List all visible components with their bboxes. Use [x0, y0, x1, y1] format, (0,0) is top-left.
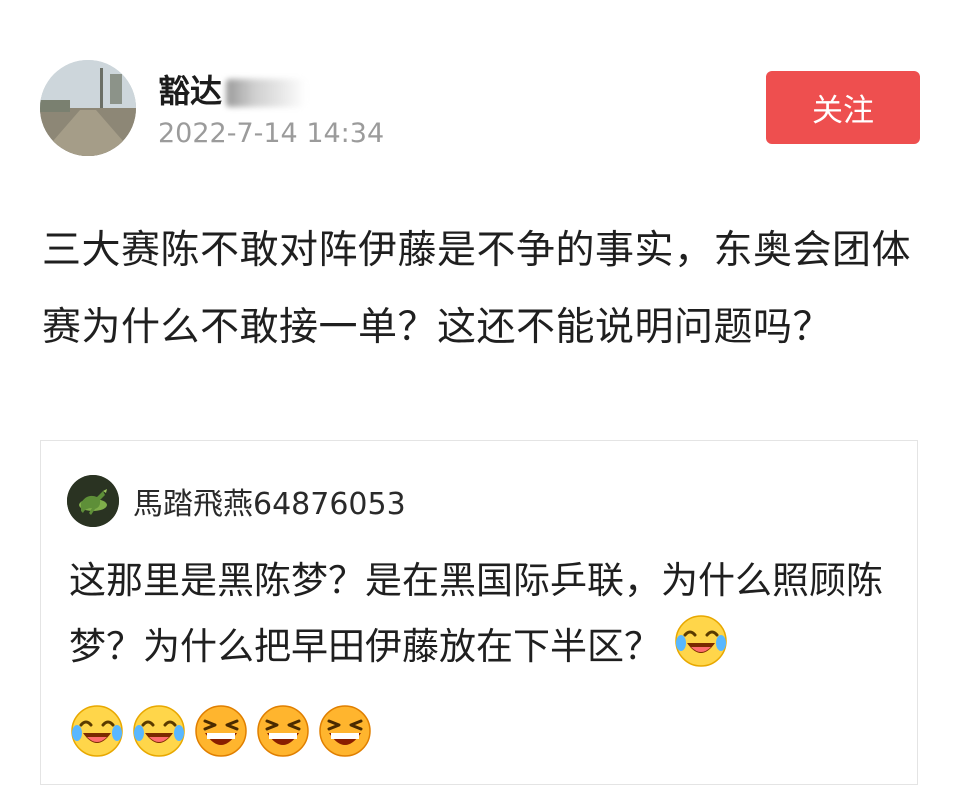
road-scene-avatar-icon [40, 60, 136, 156]
quoted-comment-card[interactable]: 馬踏飛燕64876053 这那里是黑陈梦？是在黑国际乒联，为什么照顾陈梦？为什么… [40, 440, 918, 785]
quoted-author-avatar[interactable] [67, 475, 119, 527]
follow-button[interactable]: 关注 [766, 71, 920, 144]
laugh-cry-emoji-icon [133, 705, 185, 757]
emoji-row [69, 703, 373, 759]
post-text: 三大赛陈不敢对阵伊藤是不争的事实，东奥会团体赛为什么不敢接一单？这还不能说明问题… [42, 228, 912, 350]
post-timestamp: 2022-7-14 14:34 [158, 118, 385, 149]
author-avatar[interactable] [40, 60, 136, 156]
post-header: 豁达 2022-7-14 14:34 关注 [0, 0, 960, 190]
quoted-comment-text: 这那里是黑陈梦？是在黑国际乒联，为什么照顾陈梦？为什么把早田伊藤放在下半区？ [69, 549, 899, 679]
galloping-horse-avatar-icon [67, 475, 119, 527]
laugh-cry-emoji-icon [71, 705, 123, 757]
laugh-cry-emoji-icon [675, 615, 727, 667]
big-grin-emoji-icon [319, 705, 371, 757]
big-grin-emoji-icon [257, 705, 309, 757]
quoted-comment-body: 这那里是黑陈梦？是在黑国际乒联，为什么照顾陈梦？为什么把早田伊藤放在下半区？ [69, 559, 883, 668]
big-grin-emoji-icon [195, 705, 247, 757]
quoted-author-name[interactable]: 馬踏飛燕64876053 [133, 479, 406, 523]
redacted-name-blur [226, 79, 307, 107]
author-name[interactable]: 豁达 [158, 66, 307, 112]
